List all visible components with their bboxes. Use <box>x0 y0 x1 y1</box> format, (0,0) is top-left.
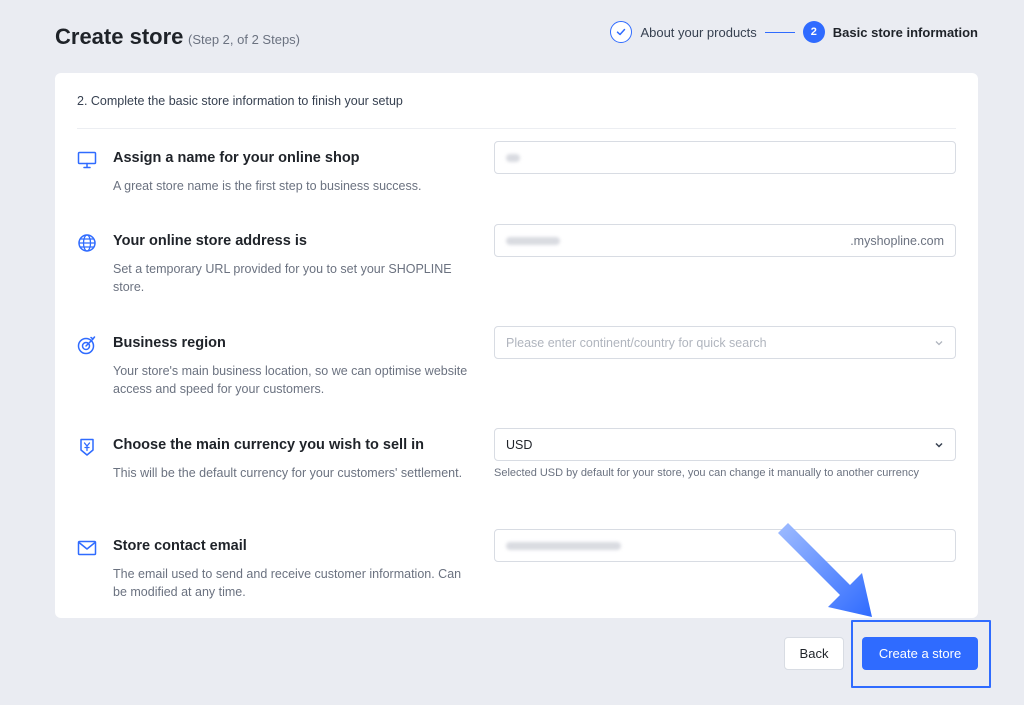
store-address-input[interactable]: .myshopline.com <box>494 224 956 257</box>
page-title: Create store <box>55 24 184 49</box>
store-name-input[interactable] <box>494 141 956 174</box>
step-label: Basic store information <box>832 24 978 40</box>
field-description: Set a temporary URL provided for you to … <box>113 262 452 294</box>
currency-value: USD <box>506 437 533 452</box>
form-intro: 2. Complete the basic store information … <box>77 94 403 108</box>
field-title: Store contact email <box>113 538 247 554</box>
redacted-value <box>506 541 621 550</box>
currency-icon <box>80 438 94 456</box>
monitor-icon <box>77 151 97 169</box>
target-icon <box>77 336 96 355</box>
chevron-down-icon <box>935 442 943 448</box>
currency-select[interactable]: USD <box>494 428 956 461</box>
step-connector <box>764 31 795 33</box>
field-description: A great store name is the first step to … <box>113 179 422 193</box>
divider <box>77 128 956 129</box>
arrow-down-right-icon <box>778 523 872 617</box>
back-button[interactable]: Back <box>784 637 844 670</box>
step-counter: (Step 2, of 2 Steps) <box>188 32 301 47</box>
globe-icon <box>78 234 96 252</box>
step-about-products[interactable]: About your products <box>610 21 757 43</box>
field-title: Business region <box>113 335 226 351</box>
business-region-select[interactable]: Please enter continent/country for quick… <box>494 326 956 359</box>
chevron-down-icon <box>935 340 943 345</box>
contact-email-input[interactable] <box>494 529 956 562</box>
currency-hint: Selected USD by default for your store, … <box>494 467 919 479</box>
step-label: About your products <box>640 24 757 40</box>
field-title: Assign a name for your online shop <box>113 150 360 166</box>
redacted-value <box>506 153 520 162</box>
redacted-value <box>506 236 560 245</box>
field-title: Your online store address is <box>113 233 307 249</box>
domain-suffix: .myshopline.com <box>850 233 944 248</box>
create-store-page: Create store (Step 2, of 2 Steps) About … <box>0 0 1024 705</box>
stepper: About your products 2 Basic store inform… <box>610 21 978 43</box>
mail-icon <box>77 540 97 556</box>
field-description: The email used to send and receive custo… <box>113 567 462 599</box>
field-description: Your store's main business location, so … <box>113 364 468 396</box>
highlight-box <box>851 620 991 688</box>
check-icon <box>610 21 633 43</box>
step-basic-info[interactable]: 2 Basic store information <box>802 21 978 43</box>
field-description: This will be the default currency for yo… <box>113 466 463 480</box>
field-title: Choose the main currency you wish to sel… <box>113 437 425 453</box>
region-placeholder: Please enter continent/country for quick… <box>506 335 767 350</box>
step-number: 2 <box>802 21 825 43</box>
